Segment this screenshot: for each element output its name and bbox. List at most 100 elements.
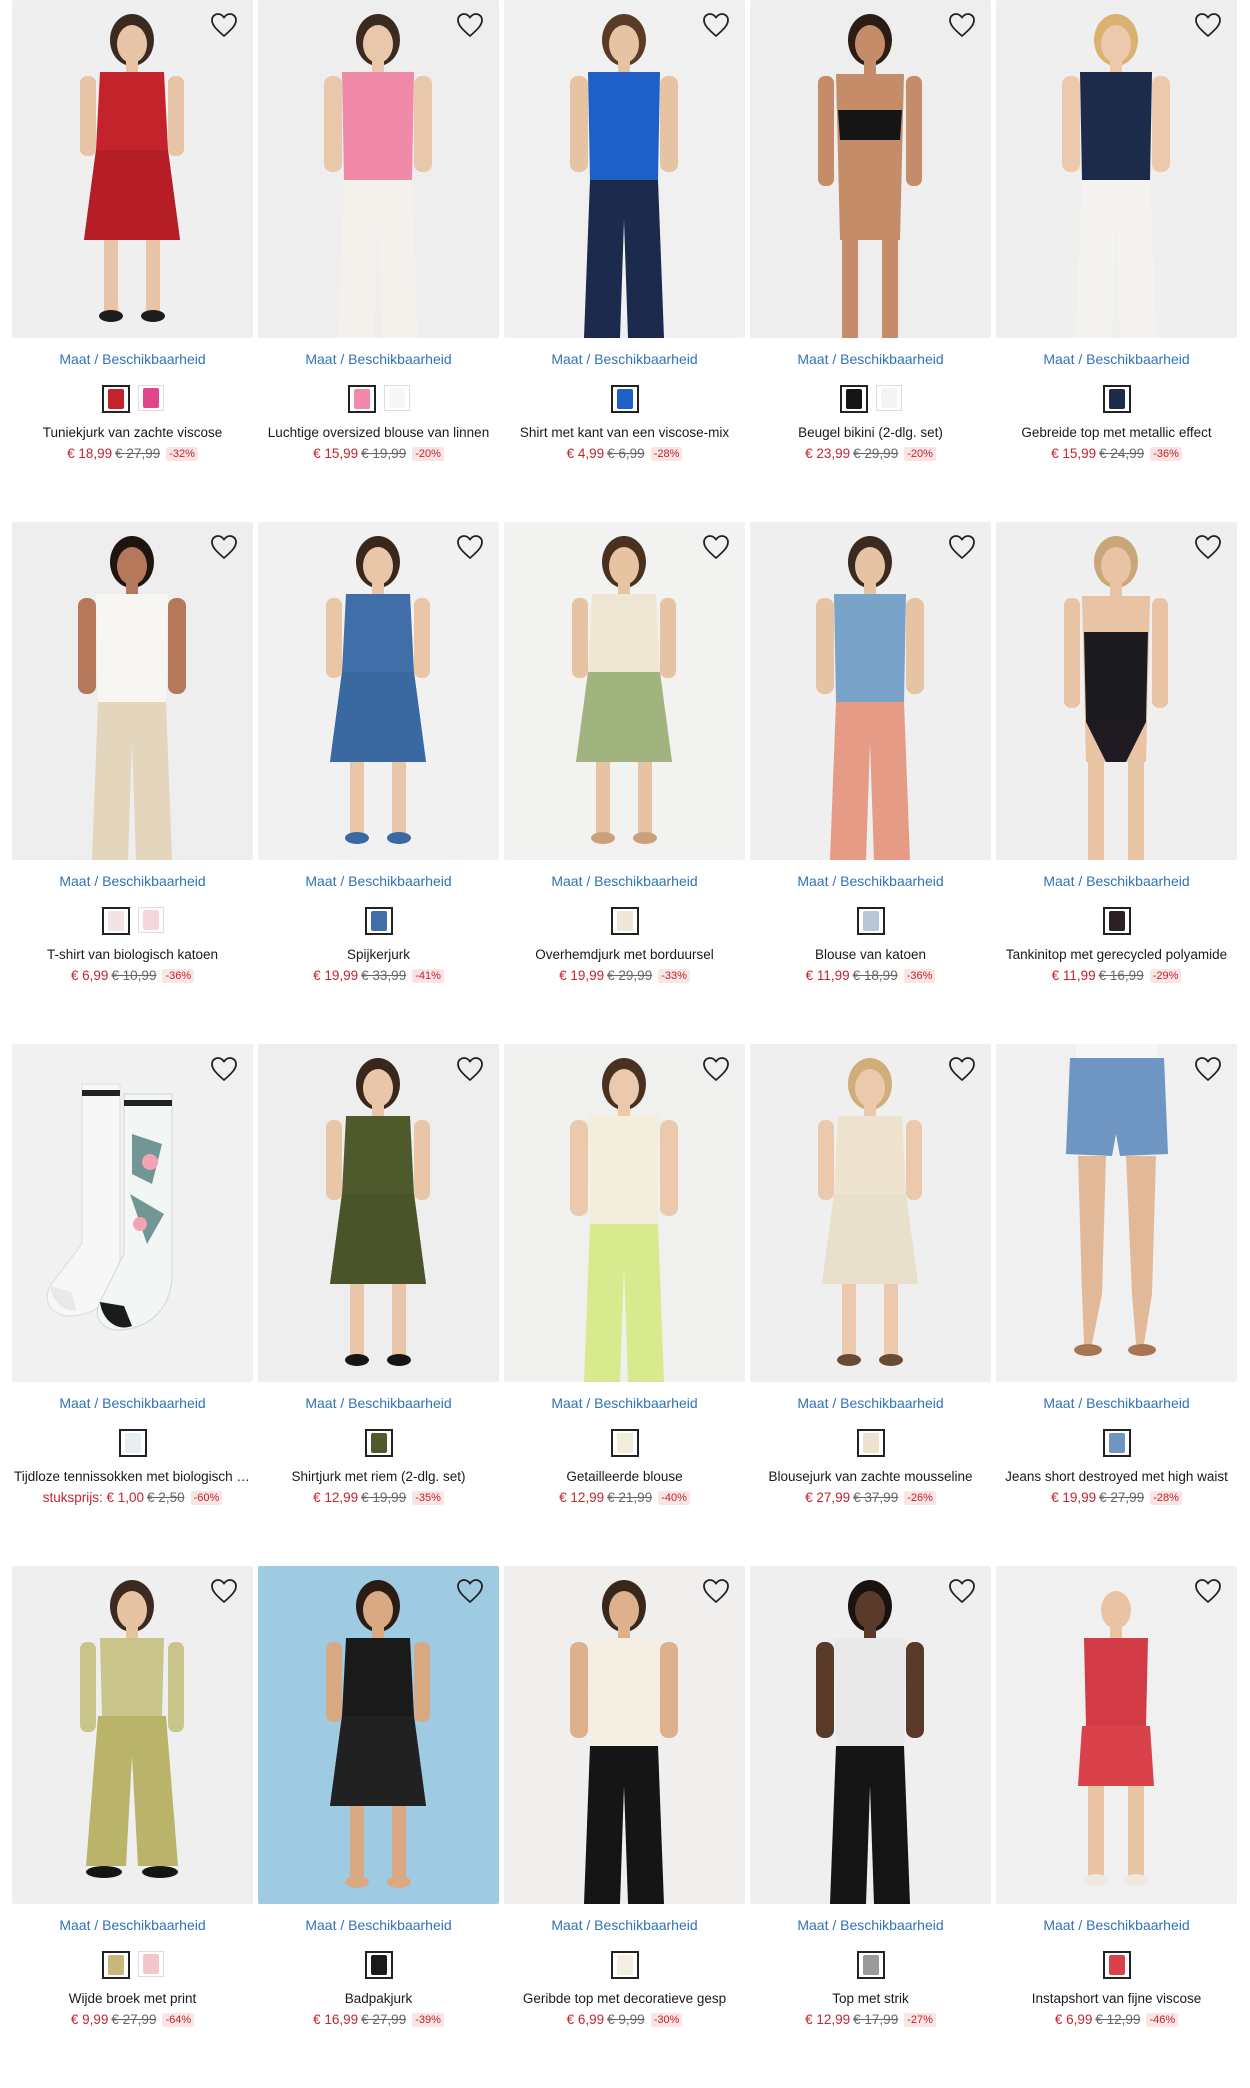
- size-availability-link[interactable]: Maat / Beschikbaarheid: [12, 350, 253, 368]
- product-image[interactable]: [750, 0, 991, 338]
- product-card[interactable]: Maat / Beschikbaarheid Blouse van katoen…: [750, 522, 991, 1044]
- color-swatch[interactable]: [137, 385, 164, 411]
- color-swatch[interactable]: [137, 907, 164, 933]
- product-image[interactable]: [504, 1566, 745, 1904]
- wishlist-heart-icon[interactable]: [453, 1574, 487, 1608]
- product-name[interactable]: Getailleerde blouse: [504, 1468, 745, 1486]
- product-name[interactable]: Shirt met kant van een viscose-mix: [504, 424, 745, 442]
- product-card[interactable]: Maat / Beschikbaarheid Beugel bikini (2-…: [750, 0, 991, 522]
- color-swatch[interactable]: [839, 385, 868, 413]
- product-image[interactable]: [258, 1566, 499, 1904]
- wishlist-heart-icon[interactable]: [207, 8, 241, 42]
- product-name[interactable]: Shirtjurk met riem (2-dlg. set): [258, 1468, 499, 1486]
- wishlist-heart-icon[interactable]: [207, 530, 241, 564]
- product-image[interactable]: [258, 0, 499, 338]
- product-name[interactable]: Blousejurk van zachte mousseline: [750, 1468, 991, 1486]
- product-image[interactable]: [258, 1044, 499, 1382]
- product-image[interactable]: [504, 1044, 745, 1382]
- product-name[interactable]: Gebreide top met metallic effect: [996, 424, 1237, 442]
- product-name[interactable]: Badpakjurk: [258, 1990, 499, 2008]
- size-availability-link[interactable]: Maat / Beschikbaarheid: [258, 1916, 499, 1934]
- color-swatch[interactable]: [610, 1951, 639, 1979]
- wishlist-heart-icon[interactable]: [1191, 1052, 1225, 1086]
- product-name[interactable]: Tankinitop met gerecycled polyamide: [996, 946, 1237, 964]
- product-card[interactable]: Maat / Beschikbaarheid Badpakjurk € 16,9…: [258, 1566, 499, 2088]
- color-swatch[interactable]: [610, 907, 639, 935]
- product-name[interactable]: Wijde broek met print: [12, 1990, 253, 2008]
- product-card[interactable]: Maat / Beschikbaarheid Shirtjurk met rie…: [258, 1044, 499, 1566]
- product-image[interactable]: [258, 522, 499, 860]
- wishlist-heart-icon[interactable]: [699, 1052, 733, 1086]
- wishlist-heart-icon[interactable]: [945, 8, 979, 42]
- product-card[interactable]: Maat / Beschikbaarheid Wijde broek met p…: [12, 1566, 253, 2088]
- product-card[interactable]: Maat / Beschikbaarheid T-shirt van biolo…: [12, 522, 253, 1044]
- wishlist-heart-icon[interactable]: [207, 1052, 241, 1086]
- product-image[interactable]: [12, 522, 253, 860]
- size-availability-link[interactable]: Maat / Beschikbaarheid: [504, 872, 745, 890]
- product-image[interactable]: [996, 522, 1237, 860]
- color-swatch[interactable]: [610, 1429, 639, 1457]
- color-swatch[interactable]: [118, 1429, 147, 1457]
- wishlist-heart-icon[interactable]: [699, 8, 733, 42]
- product-image[interactable]: [750, 522, 991, 860]
- size-availability-link[interactable]: Maat / Beschikbaarheid: [258, 1394, 499, 1412]
- size-availability-link[interactable]: Maat / Beschikbaarheid: [504, 350, 745, 368]
- size-availability-link[interactable]: Maat / Beschikbaarheid: [996, 872, 1237, 890]
- wishlist-heart-icon[interactable]: [945, 1052, 979, 1086]
- size-availability-link[interactable]: Maat / Beschikbaarheid: [12, 1916, 253, 1934]
- size-availability-link[interactable]: Maat / Beschikbaarheid: [12, 1394, 253, 1412]
- wishlist-heart-icon[interactable]: [453, 530, 487, 564]
- product-card[interactable]: Maat / Beschikbaarheid Luchtige oversize…: [258, 0, 499, 522]
- product-card[interactable]: Maat / Beschikbaarheid Overhemdjurk met …: [504, 522, 745, 1044]
- product-image[interactable]: [12, 1044, 253, 1382]
- product-card[interactable]: Maat / Beschikbaarheid Top met strik € 1…: [750, 1566, 991, 2088]
- color-swatch[interactable]: [101, 385, 130, 413]
- product-card[interactable]: Maat / Beschikbaarheid Tankinitop met ge…: [996, 522, 1237, 1044]
- size-availability-link[interactable]: Maat / Beschikbaarheid: [504, 1394, 745, 1412]
- product-image[interactable]: [996, 1566, 1237, 1904]
- size-availability-link[interactable]: Maat / Beschikbaarheid: [12, 872, 253, 890]
- product-card[interactable]: Maat / Beschikbaarheid Spijkerjurk € 19,…: [258, 522, 499, 1044]
- size-availability-link[interactable]: Maat / Beschikbaarheid: [258, 350, 499, 368]
- product-card[interactable]: Maat / Beschikbaarheid Geribde top met d…: [504, 1566, 745, 2088]
- color-swatch[interactable]: [383, 385, 410, 411]
- wishlist-heart-icon[interactable]: [945, 1574, 979, 1608]
- color-swatch[interactable]: [856, 1429, 885, 1457]
- color-swatch[interactable]: [856, 907, 885, 935]
- size-availability-link[interactable]: Maat / Beschikbaarheid: [750, 350, 991, 368]
- color-swatch[interactable]: [1102, 907, 1131, 935]
- product-image[interactable]: [12, 0, 253, 338]
- color-swatch[interactable]: [137, 1951, 164, 1977]
- size-availability-link[interactable]: Maat / Beschikbaarheid: [996, 1394, 1237, 1412]
- color-swatch[interactable]: [875, 385, 902, 411]
- product-card[interactable]: Maat / Beschikbaarheid Instapshort van f…: [996, 1566, 1237, 2088]
- product-card[interactable]: Maat / Beschikbaarheid Tijdloze tennisso…: [12, 1044, 253, 1566]
- wishlist-heart-icon[interactable]: [699, 1574, 733, 1608]
- product-name[interactable]: Blouse van katoen: [750, 946, 991, 964]
- product-image[interactable]: [504, 0, 745, 338]
- product-name[interactable]: Overhemdjurk met borduursel: [504, 946, 745, 964]
- product-card[interactable]: Maat / Beschikbaarheid Gebreide top met …: [996, 0, 1237, 522]
- product-name[interactable]: Instapshort van fijne viscose: [996, 1990, 1237, 2008]
- color-swatch[interactable]: [364, 1951, 393, 1979]
- color-swatch[interactable]: [101, 907, 130, 935]
- wishlist-heart-icon[interactable]: [453, 8, 487, 42]
- color-swatch[interactable]: [1102, 385, 1131, 413]
- size-availability-link[interactable]: Maat / Beschikbaarheid: [750, 1916, 991, 1934]
- product-name[interactable]: Geribde top met decoratieve gesp: [504, 1990, 745, 2008]
- size-availability-link[interactable]: Maat / Beschikbaarheid: [996, 1916, 1237, 1934]
- size-availability-link[interactable]: Maat / Beschikbaarheid: [504, 1916, 745, 1934]
- wishlist-heart-icon[interactable]: [1191, 1574, 1225, 1608]
- product-name[interactable]: Tuniekjurk van zachte viscose: [12, 424, 253, 442]
- product-card[interactable]: Maat / Beschikbaarheid Tuniekjurk van za…: [12, 0, 253, 522]
- wishlist-heart-icon[interactable]: [945, 530, 979, 564]
- color-swatch[interactable]: [364, 1429, 393, 1457]
- product-name[interactable]: Top met strik: [750, 1990, 991, 2008]
- product-name[interactable]: Luchtige oversized blouse van linnen: [258, 424, 499, 442]
- size-availability-link[interactable]: Maat / Beschikbaarheid: [996, 350, 1237, 368]
- product-image[interactable]: [750, 1566, 991, 1904]
- product-name[interactable]: Beugel bikini (2-dlg. set): [750, 424, 991, 442]
- size-availability-link[interactable]: Maat / Beschikbaarheid: [750, 872, 991, 890]
- color-swatch[interactable]: [101, 1951, 130, 1979]
- color-swatch[interactable]: [364, 907, 393, 935]
